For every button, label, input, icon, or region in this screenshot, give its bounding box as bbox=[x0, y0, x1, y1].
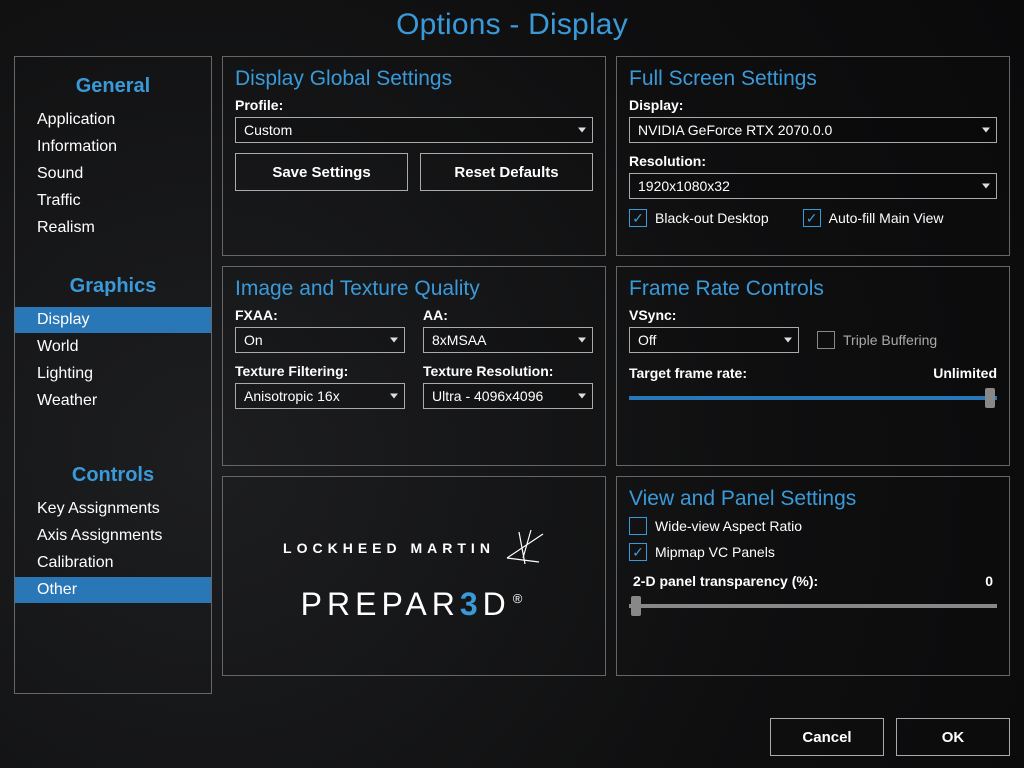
select-display-value: NVIDIA GeForce RTX 2070.0.0 bbox=[638, 122, 832, 138]
sidebar-item-traffic[interactable]: Traffic bbox=[15, 188, 211, 214]
checkbox-icon: ✓ bbox=[629, 543, 647, 561]
panel-title-fss: Full Screen Settings bbox=[629, 67, 997, 91]
select-aa-value: 8xMSAA bbox=[432, 332, 486, 348]
select-resolution-value: 1920x1080x32 bbox=[638, 178, 730, 194]
sidebar-item-other[interactable]: Other bbox=[15, 577, 211, 603]
chevron-down-icon bbox=[390, 338, 398, 343]
chevron-down-icon bbox=[784, 338, 792, 343]
chevron-down-icon bbox=[578, 128, 586, 133]
select-texture-filtering[interactable]: Anisotropic 16x bbox=[235, 383, 405, 409]
slider-thumb[interactable] bbox=[985, 388, 995, 408]
panel-view-panel-settings: View and Panel Settings Wide-view Aspect… bbox=[616, 476, 1010, 676]
chevron-down-icon bbox=[578, 394, 586, 399]
sidebar-item-realism[interactable]: Realism bbox=[15, 215, 211, 241]
label-texture-resolution: Texture Resolution: bbox=[423, 363, 593, 379]
panel-logo: LOCKHEED MARTIN PREPAR3D® bbox=[222, 476, 606, 676]
checkbox-autofill-label: Auto-fill Main View bbox=[829, 210, 944, 226]
value-2d-transparency: 0 bbox=[985, 573, 993, 589]
checkbox-icon bbox=[629, 517, 647, 535]
checkbox-wideview-label: Wide-view Aspect Ratio bbox=[655, 518, 802, 534]
sidebar-item-display[interactable]: Display bbox=[15, 307, 211, 333]
label-texture-filtering: Texture Filtering: bbox=[235, 363, 405, 379]
lockheed-martin-logo: LOCKHEED MARTIN bbox=[283, 528, 545, 568]
label-aa: AA: bbox=[423, 307, 593, 323]
ok-button[interactable]: OK bbox=[896, 718, 1010, 756]
checkbox-triple-buffering[interactable]: Triple Buffering bbox=[817, 331, 937, 349]
footer-buttons: Cancel OK bbox=[770, 718, 1010, 756]
select-vsync[interactable]: Off bbox=[629, 327, 799, 353]
label-fxaa: FXAA: bbox=[235, 307, 405, 323]
sidebar-item-lighting[interactable]: Lighting bbox=[15, 361, 211, 387]
checkbox-icon: ✓ bbox=[803, 209, 821, 227]
reset-defaults-button[interactable]: Reset Defaults bbox=[420, 153, 593, 191]
sidebar: General Application Information Sound Tr… bbox=[14, 56, 212, 694]
prepar3d-three: 3 bbox=[460, 586, 483, 622]
registered-mark: ® bbox=[513, 591, 528, 606]
label-2d-transparency: 2-D panel transparency (%): bbox=[633, 573, 818, 589]
panel-full-screen-settings: Full Screen Settings Display: NVIDIA GeF… bbox=[616, 56, 1010, 256]
chevron-down-icon bbox=[982, 184, 990, 189]
select-profile[interactable]: Custom bbox=[235, 117, 593, 143]
checkbox-mipmap-vc-panels[interactable]: ✓ Mipmap VC Panels bbox=[629, 543, 997, 561]
slider-2d-transparency[interactable] bbox=[629, 595, 997, 617]
select-fxaa[interactable]: On bbox=[235, 327, 405, 353]
chevron-down-icon bbox=[982, 128, 990, 133]
select-resolution[interactable]: 1920x1080x32 bbox=[629, 173, 997, 199]
checkbox-triple-label: Triple Buffering bbox=[843, 332, 937, 348]
panel-title-frc: Frame Rate Controls bbox=[629, 277, 997, 301]
sidebar-heading-controls: Controls bbox=[15, 452, 211, 495]
sidebar-item-key-assignments[interactable]: Key Assignments bbox=[15, 496, 211, 522]
window-title: Options - Display bbox=[0, 0, 1024, 46]
prepar3d-logo: PREPAR3D® bbox=[301, 586, 528, 623]
sidebar-item-calibration[interactable]: Calibration bbox=[15, 550, 211, 576]
prepar3d-pre: PREPAR bbox=[301, 586, 460, 622]
chevron-down-icon bbox=[578, 338, 586, 343]
logo-company-text: LOCKHEED MARTIN bbox=[283, 540, 495, 556]
checkbox-wideview-aspect[interactable]: Wide-view Aspect Ratio bbox=[629, 517, 997, 535]
sidebar-item-application[interactable]: Application bbox=[15, 107, 211, 133]
prepar3d-post: D bbox=[483, 586, 511, 622]
checkbox-blackout-label: Black-out Desktop bbox=[655, 210, 769, 226]
label-target-frame-rate: Target frame rate: bbox=[629, 365, 747, 381]
sidebar-item-sound[interactable]: Sound bbox=[15, 161, 211, 187]
select-tr-value: Ultra - 4096x4096 bbox=[432, 388, 543, 404]
label-resolution: Resolution: bbox=[629, 153, 997, 169]
checkbox-blackout-desktop[interactable]: ✓ Black-out Desktop bbox=[629, 209, 769, 227]
value-target-frame-rate: Unlimited bbox=[933, 365, 997, 381]
slider-target-frame-rate[interactable] bbox=[629, 387, 997, 409]
select-aa[interactable]: 8xMSAA bbox=[423, 327, 593, 353]
panel-title-vps: View and Panel Settings bbox=[629, 487, 997, 511]
panel-global-settings: Display Global Settings Profile: Custom … bbox=[222, 56, 606, 256]
select-vsync-value: Off bbox=[638, 332, 656, 348]
checkbox-autofill-main-view[interactable]: ✓ Auto-fill Main View bbox=[803, 209, 944, 227]
panel-frame-rate-controls: Frame Rate Controls VSync: Off Triple Bu… bbox=[616, 266, 1010, 466]
sidebar-item-information[interactable]: Information bbox=[15, 134, 211, 160]
sidebar-heading-general: General bbox=[15, 63, 211, 106]
select-profile-value: Custom bbox=[244, 122, 292, 138]
label-vsync: VSync: bbox=[629, 307, 799, 323]
save-settings-button[interactable]: Save Settings bbox=[235, 153, 408, 191]
panel-image-texture-quality: Image and Texture Quality FXAA: On AA: 8… bbox=[222, 266, 606, 466]
checkbox-mipmap-label: Mipmap VC Panels bbox=[655, 544, 775, 560]
sidebar-item-axis-assignments[interactable]: Axis Assignments bbox=[15, 523, 211, 549]
sidebar-item-world[interactable]: World bbox=[15, 334, 211, 360]
select-texture-resolution[interactable]: Ultra - 4096x4096 bbox=[423, 383, 593, 409]
checkbox-icon: ✓ bbox=[629, 209, 647, 227]
panel-title-global: Display Global Settings bbox=[235, 67, 593, 91]
sidebar-heading-graphics: Graphics bbox=[15, 263, 211, 306]
select-fxaa-value: On bbox=[244, 332, 263, 348]
checkbox-icon bbox=[817, 331, 835, 349]
label-profile: Profile: bbox=[235, 97, 593, 113]
star-icon bbox=[505, 528, 545, 568]
chevron-down-icon bbox=[390, 394, 398, 399]
select-display[interactable]: NVIDIA GeForce RTX 2070.0.0 bbox=[629, 117, 997, 143]
label-display: Display: bbox=[629, 97, 997, 113]
slider-track-line bbox=[629, 396, 997, 400]
cancel-button[interactable]: Cancel bbox=[770, 718, 884, 756]
slider-track-line bbox=[629, 604, 997, 608]
panel-title-itq: Image and Texture Quality bbox=[235, 277, 593, 301]
slider-thumb[interactable] bbox=[631, 596, 641, 616]
sidebar-item-weather[interactable]: Weather bbox=[15, 388, 211, 414]
select-tf-value: Anisotropic 16x bbox=[244, 388, 340, 404]
